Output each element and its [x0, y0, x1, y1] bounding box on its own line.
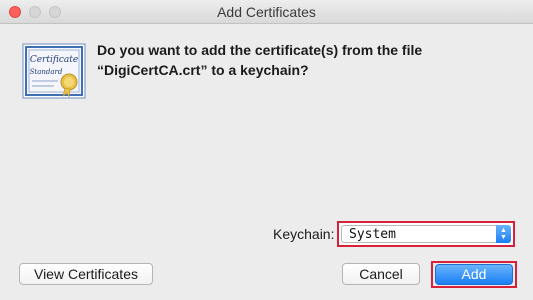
- add-button-highlight: Add: [431, 261, 517, 288]
- dialog-message-line1: Do you want to add the certificate(s) fr…: [97, 42, 423, 58]
- keychain-select-highlight: System ▲ ▼: [337, 221, 515, 247]
- dialog-message-line2: “DigiCertCA.crt” to a keychain?: [97, 62, 309, 78]
- certificate-heading: Certificate: [30, 55, 78, 65]
- view-certificates-button[interactable]: View Certificates: [19, 263, 153, 285]
- window-title: Add Certificates: [217, 4, 316, 20]
- chevron-updown-icon[interactable]: ▲ ▼: [496, 225, 511, 243]
- add-certificates-dialog: Add Certificates Certificate Standard Do…: [0, 0, 533, 300]
- dialog-message: Do you want to add the certificate(s) fr…: [97, 40, 497, 80]
- certificate-subheading: Standard: [30, 68, 63, 76]
- cancel-button[interactable]: Cancel: [342, 263, 420, 285]
- keychain-select[interactable]: System ▲ ▼: [341, 225, 511, 243]
- add-button[interactable]: Add: [435, 264, 513, 285]
- keychain-selected-value: System: [349, 227, 396, 242]
- certificate-icon: Certificate Standard: [22, 43, 86, 99]
- keychain-label: Keychain:: [273, 226, 335, 242]
- title-bar: Add Certificates: [0, 0, 533, 24]
